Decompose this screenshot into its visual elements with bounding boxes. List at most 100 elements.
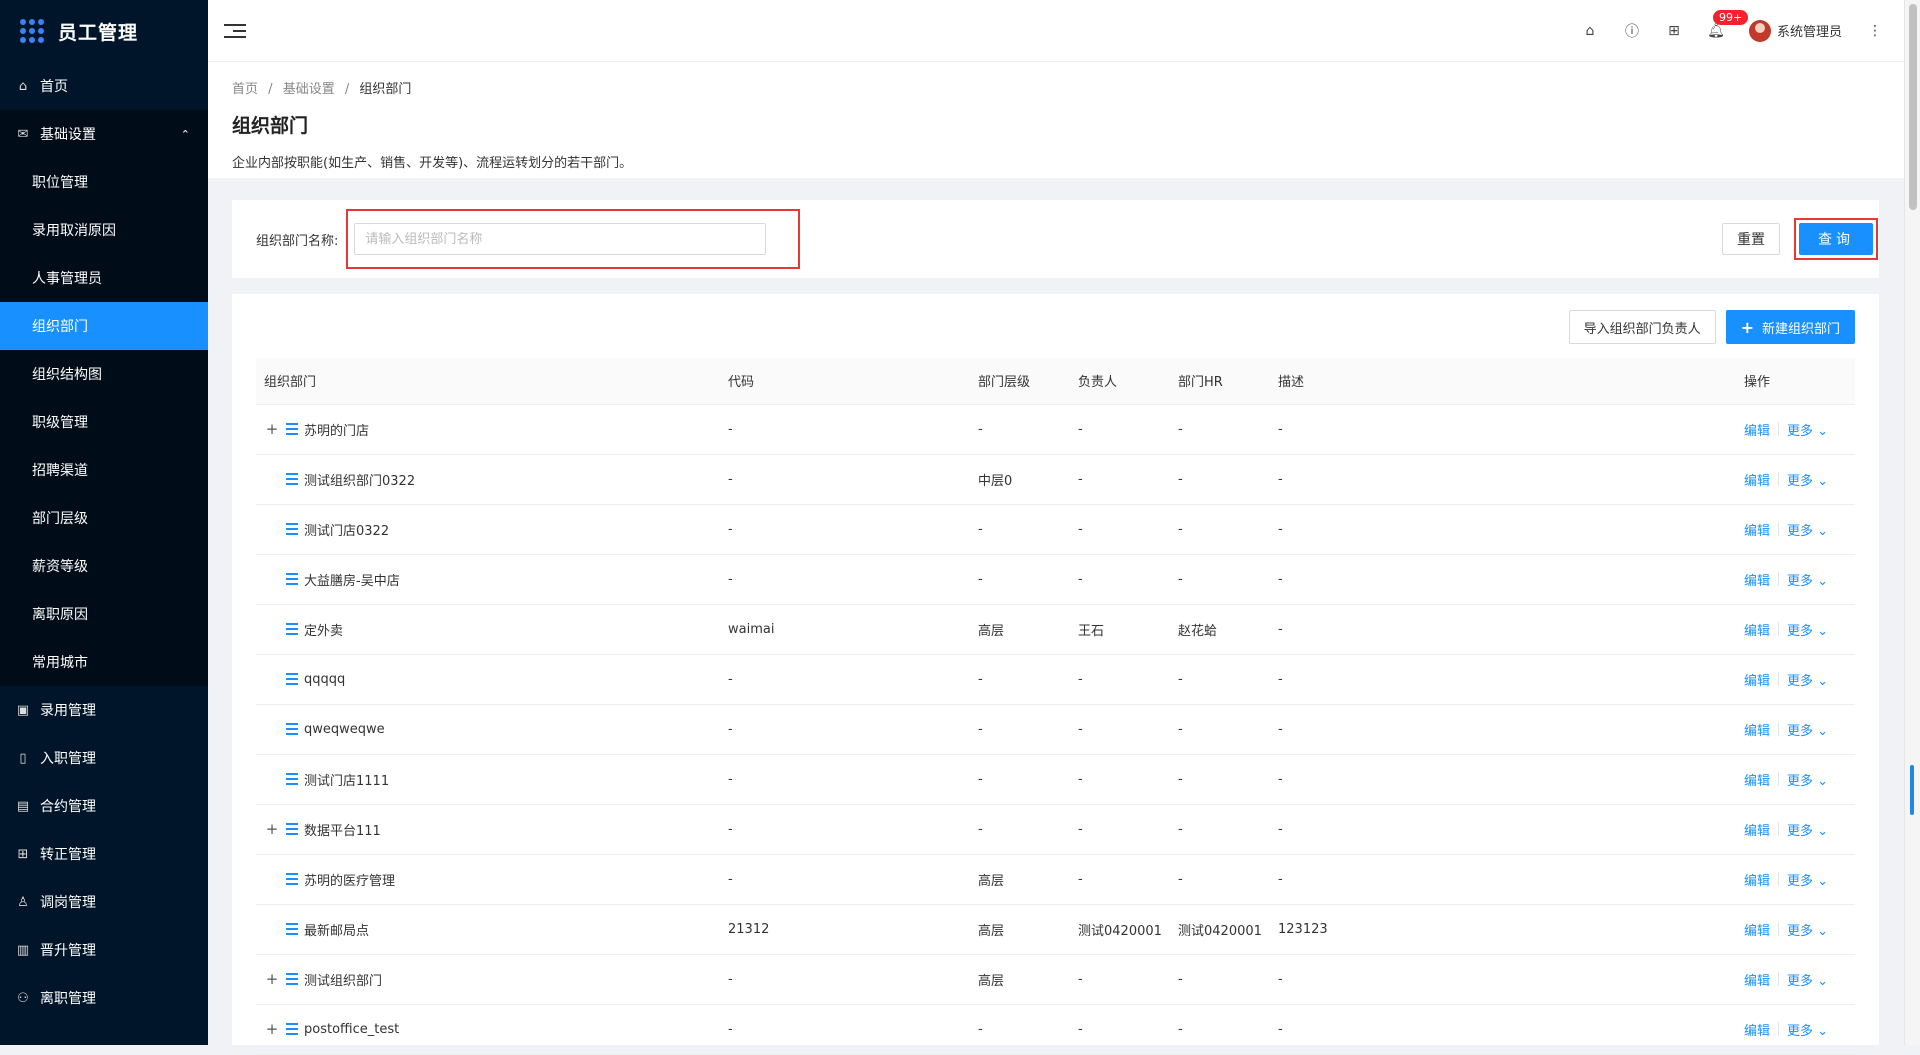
- sidebar-item[interactable]: 离职原因: [0, 590, 208, 638]
- column-header: 部门HR: [1170, 358, 1270, 405]
- help-icon[interactable]: ⓘ: [1623, 22, 1641, 40]
- sidebar-item[interactable]: ⚇ 离职管理: [0, 974, 208, 1022]
- sidebar-item[interactable]: ▣ 录用管理: [0, 686, 208, 734]
- edit-link[interactable]: 编辑: [1744, 970, 1770, 989]
- menu-fold-icon[interactable]: [224, 20, 246, 42]
- more-dropdown[interactable]: 更多 ⌄: [1787, 620, 1828, 639]
- edit-link[interactable]: 编辑: [1744, 770, 1770, 789]
- sidebar-item[interactable]: 组织部门: [0, 302, 208, 350]
- department-name-input[interactable]: [354, 223, 767, 255]
- sidebar-item[interactable]: ⌂ 首页: [0, 62, 208, 110]
- divider: [1778, 622, 1780, 636]
- more-dropdown[interactable]: 更多 ⌄: [1787, 870, 1828, 889]
- contract-icon: ▤: [16, 798, 30, 814]
- sidebar-item[interactable]: ▤ 合约管理: [0, 782, 208, 830]
- menu-lines-icon: [286, 523, 298, 535]
- operations-cell: 编辑 更多 ⌄: [1736, 954, 1855, 1005]
- sidebar-item[interactable]: 职位管理: [0, 158, 208, 206]
- column-header: 部门层级: [970, 358, 1070, 405]
- more-dropdown[interactable]: 更多 ⌄: [1787, 720, 1828, 739]
- more-dropdown[interactable]: 更多 ⌄: [1787, 920, 1828, 939]
- user-menu[interactable]: 系统管理员: [1748, 19, 1842, 42]
- hr-cell: -: [1170, 404, 1270, 455]
- sidebar-item[interactable]: ▯ 入职管理: [0, 734, 208, 782]
- mail-icon: ✉: [17, 126, 29, 142]
- edit-link[interactable]: 编辑: [1744, 820, 1770, 839]
- edit-link[interactable]: 编辑: [1744, 670, 1770, 689]
- new-department-button[interactable]: + 新建组织部门: [1725, 310, 1855, 344]
- department-name: 测试组织部门: [304, 973, 383, 989]
- sidebar-item[interactable]: ▥ 晋升管理: [0, 926, 208, 974]
- edit-link[interactable]: 编辑: [1744, 1020, 1770, 1039]
- sidebar-item[interactable]: 薪资等级: [0, 542, 208, 590]
- chevron-down-icon: ⌄: [1817, 623, 1829, 639]
- expand-plus-icon[interactable]: +: [264, 1020, 280, 1038]
- table-row: 大益膳房-吴中店 - - - - - 编辑 更多 ⌄: [256, 554, 1855, 605]
- edit-link[interactable]: 编辑: [1744, 720, 1770, 739]
- breadcrumb-current: 组织部门: [359, 82, 412, 97]
- more-dropdown[interactable]: 更多 ⌄: [1787, 420, 1828, 439]
- code-cell: -: [720, 704, 970, 755]
- sidebar-item[interactable]: 招聘渠道: [0, 446, 208, 494]
- divider: [1778, 472, 1780, 486]
- sidebar-item[interactable]: ⊞ 转正管理: [0, 830, 208, 878]
- edit-link[interactable]: 编辑: [1744, 870, 1770, 889]
- page-scrollbar[interactable]: [1904, 0, 1920, 1045]
- more-label: 更多: [1787, 823, 1814, 839]
- more-dropdown[interactable]: 更多 ⌄: [1787, 570, 1828, 589]
- more-vertical-icon[interactable]: ⋮: [1866, 22, 1884, 40]
- avatar: [1748, 19, 1771, 42]
- sidebar-item[interactable]: 常用城市: [0, 638, 208, 686]
- more-dropdown[interactable]: 更多 ⌄: [1787, 670, 1828, 689]
- edit-link[interactable]: 编辑: [1744, 420, 1770, 439]
- page-description: 企业内部按职能(如生产、销售、开发等)、流程运转划分的若干部门。: [232, 156, 633, 171]
- breadcrumb-home[interactable]: 首页: [232, 82, 258, 97]
- table-row: + 数据平台111- - - - - 编辑 更多 ⌄: [256, 804, 1855, 855]
- edit-link[interactable]: 编辑: [1744, 520, 1770, 539]
- more-dropdown[interactable]: 更多 ⌄: [1787, 470, 1828, 489]
- chevron-down-icon: ⌄: [1817, 773, 1829, 789]
- chevron-down-icon: ⌄: [1817, 723, 1829, 739]
- bell-icon[interactable]: 🔔︎ 99+: [1707, 9, 1749, 40]
- home-icon[interactable]: ⌂: [1581, 22, 1599, 40]
- expand-plus-icon[interactable]: +: [264, 820, 280, 838]
- query-button[interactable]: 查询: [1799, 223, 1873, 255]
- more-label: 更多: [1787, 423, 1814, 439]
- sidebar-item[interactable]: 部门层级: [0, 494, 208, 542]
- more-dropdown[interactable]: 更多 ⌄: [1787, 1020, 1828, 1039]
- operations-cell: 编辑 更多 ⌄: [1736, 654, 1855, 705]
- sidebar-item[interactable]: ♙ 调岗管理: [0, 878, 208, 926]
- more-dropdown[interactable]: 更多 ⌄: [1787, 820, 1828, 839]
- new-department-label: 新建组织部门: [1761, 321, 1840, 337]
- reset-button[interactable]: 重置: [1722, 223, 1780, 255]
- more-dropdown[interactable]: 更多 ⌄: [1787, 770, 1828, 789]
- import-owner-button[interactable]: 导入组织部门负责人: [1568, 310, 1716, 344]
- column-header: 组织部门: [256, 358, 720, 405]
- sidebar-item[interactable]: 职级管理: [0, 398, 208, 446]
- edit-link[interactable]: 编辑: [1744, 470, 1770, 489]
- level-cell: -: [970, 504, 1070, 555]
- sidebar-item[interactable]: 录用取消原因: [0, 206, 208, 254]
- scrollbar-thumb[interactable]: [1909, 4, 1917, 210]
- department-cell: + 测试组织部门: [256, 954, 720, 1005]
- sidebar-item[interactable]: ✉ 基础设置 ⌃: [0, 110, 208, 158]
- level-cell: 高层: [970, 904, 1070, 955]
- expand-plus-icon[interactable]: +: [264, 420, 280, 438]
- edit-link[interactable]: 编辑: [1744, 920, 1770, 939]
- more-dropdown[interactable]: 更多 ⌄: [1787, 970, 1828, 989]
- sidebar-item[interactable]: 组织结构图: [0, 350, 208, 398]
- more-dropdown[interactable]: 更多 ⌄: [1787, 520, 1828, 539]
- breadcrumb-basic-settings[interactable]: 基础设置: [283, 82, 335, 97]
- expand-plus-icon[interactable]: +: [264, 970, 280, 988]
- scroll-indicator[interactable]: [1910, 765, 1914, 815]
- more-label: 更多: [1787, 473, 1814, 489]
- app-logo[interactable]: 员工管理: [0, 0, 208, 62]
- department-name: 定外卖: [304, 623, 344, 639]
- department-name-label: 组织部门名称:: [256, 233, 339, 249]
- edit-link[interactable]: 编辑: [1744, 620, 1770, 639]
- edit-link[interactable]: 编辑: [1744, 570, 1770, 589]
- sidebar-item-label: 离职原因: [32, 607, 88, 623]
- level-cell: 高层: [970, 604, 1070, 655]
- apps-icon[interactable]: ⊞: [1665, 22, 1683, 40]
- sidebar-item[interactable]: 人事管理员: [0, 254, 208, 302]
